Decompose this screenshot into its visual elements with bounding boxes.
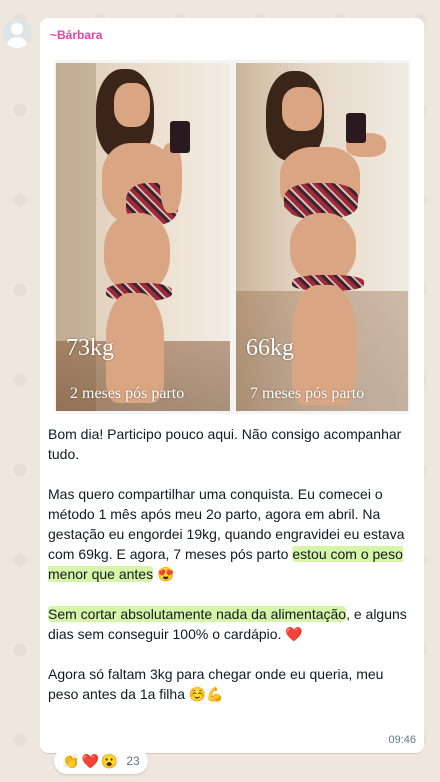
message-paragraph: Agora só faltam 3kg para chegar onde eu … <box>48 666 384 702</box>
reaction-count: 23 <box>126 754 140 768</box>
message-paragraph: Mas quero compartilhar uma conquista. Eu… <box>48 486 405 582</box>
highlighted-text: Sem cortar absolutamente nada da aliment… <box>48 606 347 622</box>
message-paragraph: Sem cortar absolutamente nada da aliment… <box>48 606 407 642</box>
reactions-pill[interactable]: 👏 ❤️ 😮 23 <box>54 748 148 774</box>
message-paragraph: Bom dia! Participo pouco aqui. Não consi… <box>48 426 402 462</box>
before-photo: 73kg 2 meses pós parto <box>56 63 230 411</box>
reaction-heart-emoji: ❤️ <box>81 752 99 769</box>
sender-avatar[interactable] <box>2 18 32 48</box>
weight-label: 73kg <box>66 335 114 361</box>
sender-name[interactable]: ~Bárbara <box>50 28 102 42</box>
reaction-surprised-emoji: 😮 <box>100 752 119 769</box>
message-bubble[interactable]: ~Bárbara 73kg 2 meses pós parto 66kg 7 m… <box>40 18 424 753</box>
photo-collage[interactable]: 73kg 2 meses pós parto 66kg 7 meses pós … <box>54 60 410 414</box>
message-timestamp: 09:46 <box>388 734 416 746</box>
reaction-clap-emoji: 👏 <box>62 752 80 769</box>
photo-caption: 2 meses pós parto <box>70 385 185 402</box>
weight-label: 66kg <box>246 335 294 361</box>
photo-caption: 7 meses pós parto <box>250 385 365 402</box>
after-photo: 66kg 7 meses pós parto <box>236 63 408 411</box>
message-text: Bom dia! Participo pouco aqui. Não consi… <box>48 424 408 724</box>
